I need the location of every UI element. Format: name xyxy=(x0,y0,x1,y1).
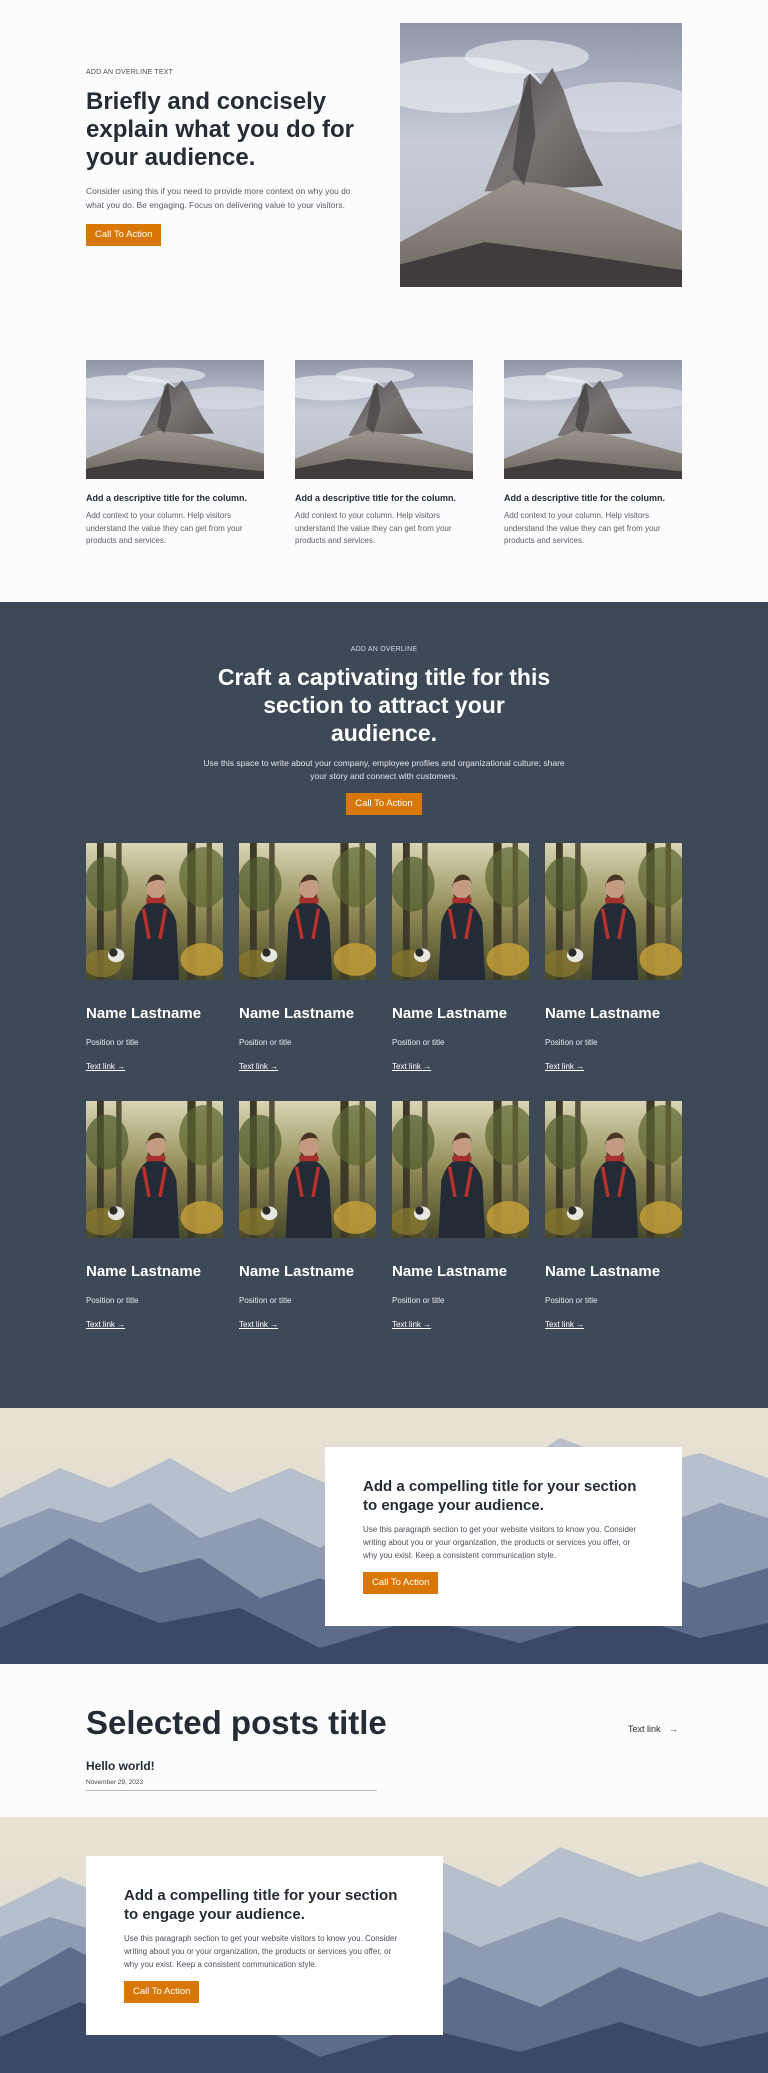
member-name: Name Lastname xyxy=(392,1263,508,1280)
column-image xyxy=(295,360,473,479)
column-title: Add a descriptive title for the column. xyxy=(295,493,457,503)
member-name: Name Lastname xyxy=(239,1263,355,1280)
column-image xyxy=(504,360,682,479)
arrow-right-icon: → xyxy=(669,1724,679,1734)
post-title[interactable]: Hello world! xyxy=(86,1759,155,1773)
column-title: Add a descriptive title for the column. xyxy=(504,493,666,503)
member-photo xyxy=(239,1101,376,1238)
hero-title: Briefly and concisely explain what you d… xyxy=(86,88,355,171)
member-text-link[interactable]: Text link → xyxy=(545,1320,584,1329)
cta-card-title: Add a compelling title for your section … xyxy=(124,1887,398,1923)
column-card: Add a descriptive title for the column. … xyxy=(295,360,473,548)
team-cta-button[interactable]: Call To Action xyxy=(346,793,422,815)
columns-section: Add a descriptive title for the column. … xyxy=(0,300,768,602)
member-text-link[interactable]: Text link → xyxy=(392,1320,431,1329)
team-member-card: Name Lastname Position or title Text lin… xyxy=(392,1101,529,1332)
member-photo xyxy=(392,843,529,980)
member-position: Position or title xyxy=(239,1296,292,1305)
member-name: Name Lastname xyxy=(239,1005,355,1022)
member-position: Position or title xyxy=(545,1296,598,1305)
hero-mountain-image xyxy=(400,23,682,287)
member-position: Position or title xyxy=(545,1038,598,1047)
hero-text: ADD AN OVERLINE TEXT Briefly and concise… xyxy=(86,69,364,246)
hero-cta-button[interactable]: Call To Action xyxy=(86,224,162,246)
member-text-link[interactable]: Text link → xyxy=(86,1320,125,1329)
member-text-link[interactable]: Text link → xyxy=(392,1062,431,1071)
posts-title: Selected posts title xyxy=(86,1704,387,1741)
column-image xyxy=(86,360,264,479)
team-section: ADD AN OVERLINE Craft a captivating titl… xyxy=(0,602,768,1408)
member-name: Name Lastname xyxy=(545,1263,661,1280)
cta-band-2: Add a compelling title for your section … xyxy=(0,1817,768,2073)
cta-card: Add a compelling title for your section … xyxy=(325,1447,682,1626)
member-photo xyxy=(545,843,682,980)
team-overline: ADD AN OVERLINE xyxy=(350,646,418,653)
member-name: Name Lastname xyxy=(392,1005,508,1022)
member-photo xyxy=(239,843,376,980)
team-member-card: Name Lastname Position or title Text lin… xyxy=(86,843,223,1074)
member-position: Position or title xyxy=(239,1038,292,1047)
member-position: Position or title xyxy=(392,1296,445,1305)
post-date: November 29, 2023 xyxy=(86,1779,144,1786)
member-text-link[interactable]: Text link → xyxy=(86,1062,125,1071)
team-body: Use this space to write about your compa… xyxy=(203,758,565,781)
member-name: Name Lastname xyxy=(545,1005,661,1022)
team-member-card: Name Lastname Position or title Text lin… xyxy=(239,1101,376,1332)
team-member-card: Name Lastname Position or title Text lin… xyxy=(86,1101,223,1332)
member-position: Position or title xyxy=(86,1296,139,1305)
member-text-link[interactable]: Text link → xyxy=(239,1320,278,1329)
member-photo xyxy=(86,1101,223,1238)
posts-text-link-label: Text link xyxy=(628,1724,661,1734)
member-position: Position or title xyxy=(392,1038,445,1047)
member-photo xyxy=(545,1101,682,1238)
cta-card-button[interactable]: Call To Action xyxy=(363,1572,439,1594)
cta-card-body: Use this paragraph section to get your w… xyxy=(124,1934,398,1969)
post-divider xyxy=(86,1790,377,1791)
posts-section: Selected posts title Text link → Hello w… xyxy=(0,1664,768,1817)
team-member-card: Name Lastname Position or title Text lin… xyxy=(545,843,682,1074)
cta-card-button[interactable]: Call To Action xyxy=(124,1981,200,2003)
team-header: ADD AN OVERLINE Craft a captivating titl… xyxy=(0,602,768,815)
member-name: Name Lastname xyxy=(86,1263,202,1280)
member-photo xyxy=(392,1101,529,1238)
column-body: Add context to your column. Help visitor… xyxy=(295,511,452,545)
column-body: Add context to your column. Help visitor… xyxy=(86,511,243,545)
cta-card: Add a compelling title for your section … xyxy=(86,1856,443,2035)
team-member-card: Name Lastname Position or title Text lin… xyxy=(239,843,376,1074)
cta-band-1: Add a compelling title for your section … xyxy=(0,1408,768,1664)
member-photo xyxy=(86,843,223,980)
column-card: Add a descriptive title for the column. … xyxy=(86,360,264,548)
hero-body: Consider using this if you need to provi… xyxy=(86,186,351,210)
team-member-card: Name Lastname Position or title Text lin… xyxy=(545,1101,682,1332)
posts-text-link[interactable]: Text link → xyxy=(628,1724,678,1734)
member-text-link[interactable]: Text link → xyxy=(239,1062,278,1071)
hero-section: ADD AN OVERLINE TEXT Briefly and concise… xyxy=(0,0,768,300)
cta-card-body: Use this paragraph section to get your w… xyxy=(363,1525,637,1560)
column-card: Add a descriptive title for the column. … xyxy=(504,360,682,548)
hero-overline: ADD AN OVERLINE TEXT xyxy=(86,69,174,76)
column-title: Add a descriptive title for the column. xyxy=(86,493,248,503)
cta-card-title: Add a compelling title for your section … xyxy=(363,1478,637,1514)
team-title: Craft a captivating title for this secti… xyxy=(217,664,551,746)
member-text-link[interactable]: Text link → xyxy=(545,1062,584,1071)
member-position: Position or title xyxy=(86,1038,139,1047)
team-member-card: Name Lastname Position or title Text lin… xyxy=(392,843,529,1074)
member-name: Name Lastname xyxy=(86,1005,202,1022)
column-body: Add context to your column. Help visitor… xyxy=(504,511,661,545)
